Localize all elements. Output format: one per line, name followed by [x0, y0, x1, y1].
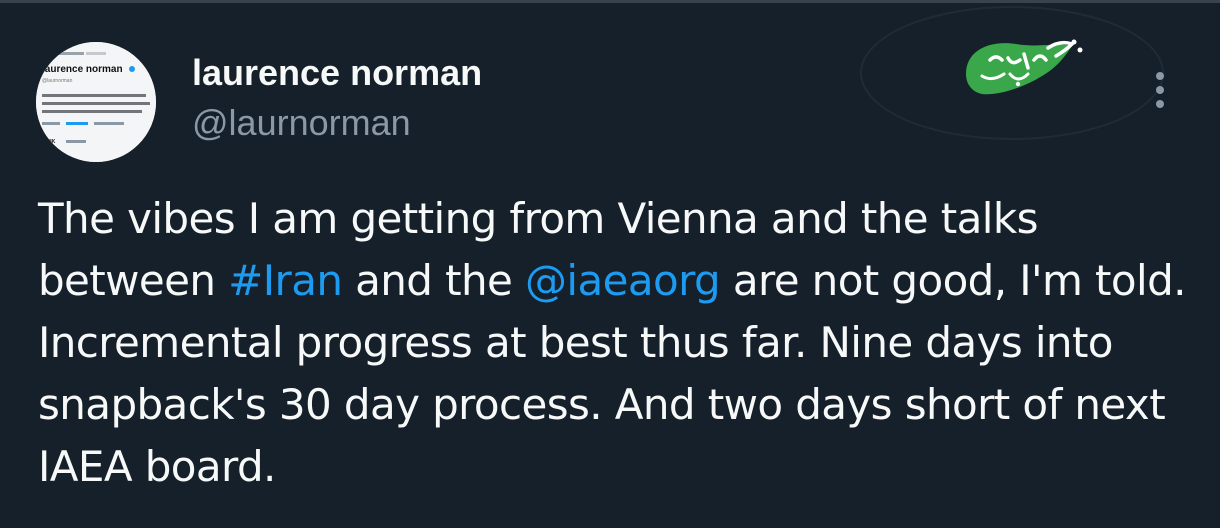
avatar-preview-handle: @laurnorman — [42, 78, 73, 84]
dot — [1156, 86, 1164, 94]
khabar-fori-logo — [966, 39, 1083, 95]
avatar-profile-preview: laurence norman @laurnorman 29.8K — [36, 42, 156, 162]
tweet-text: The vibes I am getting from Vienna and t… — [38, 188, 1188, 498]
more-vertical-icon[interactable] — [1138, 68, 1182, 112]
author-handle[interactable]: @laurnorman — [192, 100, 482, 146]
tweet: laurence norman @laurnorman 29.8K lauren… — [0, 0, 1220, 528]
author-display-name[interactable]: laurence norman — [192, 50, 482, 96]
dot — [1156, 100, 1164, 108]
tweet-text-part: and the — [342, 256, 525, 305]
dot — [1156, 72, 1164, 80]
watermark-logo — [960, 30, 1086, 108]
avatar-preview-followers: 29.8K — [42, 139, 56, 145]
hashtag-link[interactable]: #Iran — [228, 256, 343, 305]
avatar-preview-name: laurence norman — [42, 64, 123, 75]
avatar[interactable]: laurence norman @laurnorman 29.8K — [36, 42, 156, 162]
mention-link[interactable]: @iaeaorg — [525, 256, 721, 305]
verified-badge-icon — [129, 66, 135, 72]
author-info: laurence norman @laurnorman — [192, 50, 482, 146]
